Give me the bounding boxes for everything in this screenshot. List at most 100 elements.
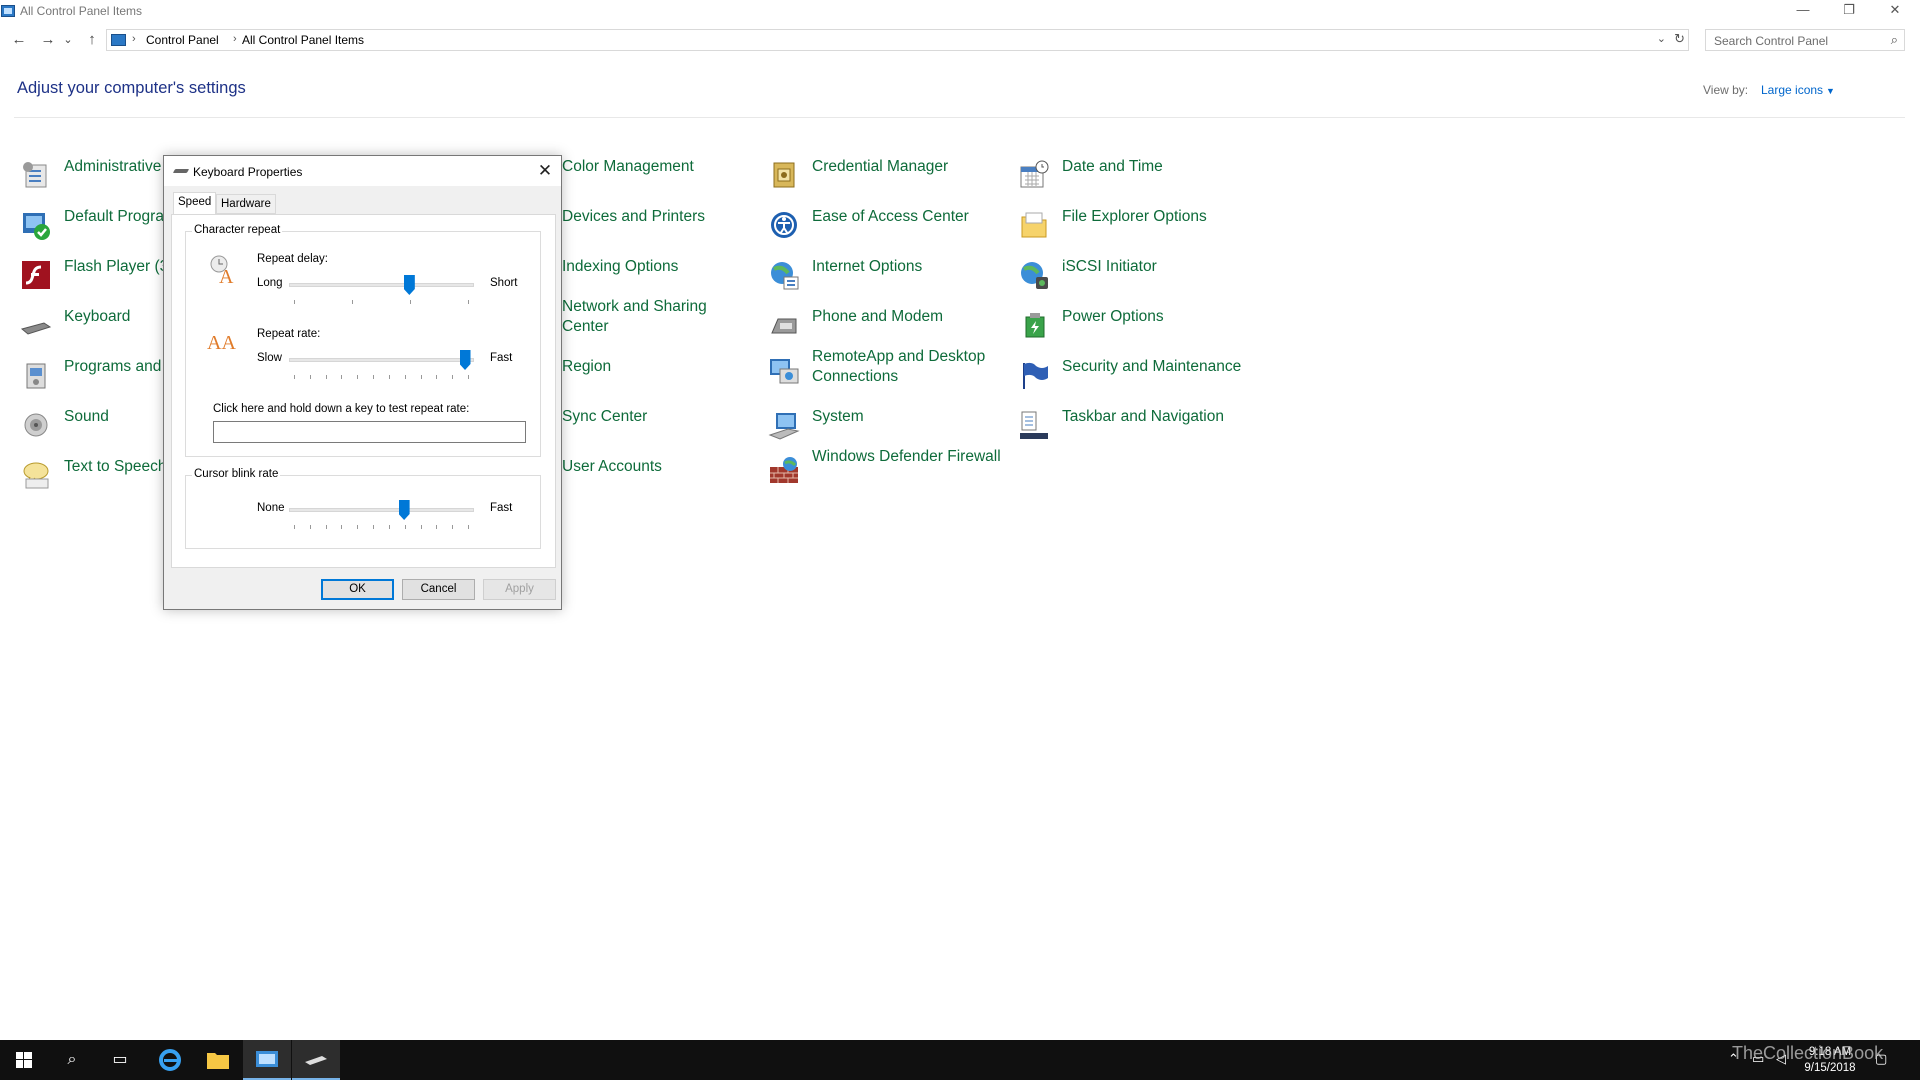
view-by-dropdown[interactable]: Large icons ▼ <box>1761 83 1835 97</box>
cursor-blink-ticks <box>294 525 469 529</box>
cursor-blink-slider-track[interactable] <box>289 508 474 512</box>
item-security-maintenance[interactable]: Security and Maintenance <box>1018 357 1278 397</box>
taskbar: ⌕ ▭ ⌃ ▭ ◁ 9:18 AM 9/15/2018 ▢ <box>0 1040 1920 1080</box>
up-button[interactable]: ↑ <box>82 30 102 50</box>
apply-button[interactable]: Apply <box>483 579 556 600</box>
item-flash-player[interactable]: Flash Player (3 <box>20 257 180 297</box>
slider-tick <box>309 525 311 529</box>
repeat-delay-icon: A <box>210 255 234 285</box>
forward-button[interactable]: → <box>38 30 58 50</box>
internet-explorer-button[interactable] <box>146 1040 194 1080</box>
tab-speed[interactable]: Speed <box>173 192 217 215</box>
item-text-to-speech[interactable]: Text to Speech <box>20 457 180 497</box>
search-placeholder: Search Control Panel <box>1714 34 1829 48</box>
slider-tick <box>325 525 327 529</box>
internet-options-icon <box>771 262 799 290</box>
item-programs-features[interactable]: Programs and <box>20 357 180 397</box>
repeat-delay-slider-track[interactable] <box>289 283 474 287</box>
repeat-delay-right-label: Short <box>490 277 518 289</box>
keyboard-icon <box>20 322 52 335</box>
chevron-down-icon: ▼ <box>1826 86 1835 96</box>
cancel-button[interactable]: Cancel <box>402 579 475 600</box>
dialog-title-bar[interactable]: Keyboard Properties ✕ <box>164 156 561 186</box>
item-label: User Accounts <box>562 458 662 475</box>
item-administrative-tools[interactable]: Administrative <box>20 157 180 197</box>
item-label: RemoteApp and Desktop Connections <box>812 348 986 385</box>
slider-tick <box>388 525 390 529</box>
item-date-time[interactable]: Date and Time <box>1018 157 1258 197</box>
window-title: All Control Panel Items <box>20 4 143 18</box>
keyboard-icon <box>172 169 190 173</box>
recent-locations-button[interactable]: ⌄ <box>61 30 75 50</box>
breadcrumb-control-panel[interactable]: Control Panel <box>146 33 219 47</box>
item-iscsi-initiator[interactable]: iSCSI Initiator <box>1018 257 1258 297</box>
slider-tick <box>309 375 311 379</box>
svg-text:AA: AA <box>207 332 236 354</box>
item-label: Devices and Printers <box>562 208 706 225</box>
task-view-button[interactable]: ▭ <box>96 1040 144 1080</box>
refresh-icon[interactable]: ↻ <box>1674 31 1685 47</box>
sound-icon <box>24 413 48 437</box>
slider-tick <box>294 525 295 529</box>
item-label: Keyboard <box>64 308 131 325</box>
restore-button[interactable]: ❐ <box>1826 0 1872 22</box>
slider-tick <box>294 300 295 304</box>
task-view-icon: ▭ <box>112 1051 128 1068</box>
item-power-options[interactable]: Power Options <box>1018 307 1258 347</box>
dialog-close-button[interactable]: ✕ <box>534 160 556 182</box>
speed-tab-panel: Character repeat A Repeat delay: Long Sh… <box>171 214 556 568</box>
item-system[interactable]: System <box>768 407 998 447</box>
item-label: Taskbar and Navigation <box>1062 408 1224 425</box>
ease-of-access-icon <box>771 212 797 238</box>
item-windows-firewall[interactable]: Windows Defender Firewall <box>768 447 1001 497</box>
slider-tick <box>341 525 343 529</box>
internet-explorer-icon <box>159 1049 181 1071</box>
phone-modem-icon <box>771 318 797 334</box>
slider-tick <box>420 375 422 379</box>
start-button[interactable] <box>0 1040 48 1080</box>
test-repeat-input[interactable] <box>213 421 526 443</box>
watermark: TheCollectionBook <box>1732 1043 1884 1063</box>
item-taskbar-navigation[interactable]: Taskbar and Navigation <box>1018 407 1278 447</box>
close-button[interactable]: ✕ <box>1872 0 1918 22</box>
item-remoteapp[interactable]: RemoteApp and Desktop Connections <box>768 347 1008 397</box>
item-file-explorer-options[interactable]: File Explorer Options <box>1018 207 1258 247</box>
keyboard-properties-taskbar-button[interactable] <box>292 1040 340 1080</box>
control-panel-taskbar-button[interactable] <box>243 1040 291 1080</box>
svg-text:A: A <box>219 266 234 285</box>
item-label: Sync Center <box>562 408 648 425</box>
tab-hardware[interactable]: Hardware <box>216 194 276 214</box>
repeat-delay-left-label: Long <box>257 277 283 289</box>
file-explorer-button[interactable] <box>194 1040 242 1080</box>
admin-tools-icon <box>23 162 47 188</box>
repeat-rate-right-label: Fast <box>490 352 513 364</box>
item-keyboard[interactable]: Keyboard <box>20 307 180 347</box>
search-icon[interactable]: ⌕ <box>1891 32 1898 48</box>
search-taskbar-button[interactable]: ⌕ <box>48 1040 96 1080</box>
item-sound[interactable]: Sound <box>20 407 180 447</box>
item-label: iSCSI Initiator <box>1062 258 1157 275</box>
slider-tick <box>404 375 406 379</box>
item-credential-manager[interactable]: Credential Manager <box>768 157 998 197</box>
item-phone-modem[interactable]: Phone and Modem <box>768 307 998 347</box>
ok-button[interactable]: OK <box>321 579 394 600</box>
item-label: Indexing Options <box>562 258 679 275</box>
item-internet-options[interactable]: Internet Options <box>768 257 998 297</box>
item-label: Credential Manager <box>812 158 949 175</box>
breadcrumb-all-items[interactable]: All Control Panel Items <box>242 33 364 47</box>
search-input[interactable]: Search Control Panel ⌕ <box>1705 29 1905 51</box>
item-label: Programs and <box>64 358 162 375</box>
minimize-button[interactable]: — <box>1780 0 1826 22</box>
chevron-down-icon[interactable]: ⌄ <box>1657 32 1666 45</box>
back-button[interactable]: ← <box>9 30 29 50</box>
taskbar-icon <box>1020 411 1048 439</box>
repeat-rate-label: Repeat rate: <box>257 328 321 340</box>
credential-manager-icon <box>773 162 795 188</box>
repeat-rate-slider-track[interactable] <box>289 358 474 362</box>
dialog-title: Keyboard Properties <box>193 165 303 179</box>
address-bar[interactable]: › Control Panel › All Control Panel Item… <box>106 29 1689 51</box>
item-ease-of-access[interactable]: Ease of Access Center <box>768 207 998 247</box>
item-default-programs[interactable]: Default Progra <box>20 207 180 247</box>
cursor-blink-group <box>185 475 541 549</box>
repeat-delay-ticks <box>294 300 469 304</box>
